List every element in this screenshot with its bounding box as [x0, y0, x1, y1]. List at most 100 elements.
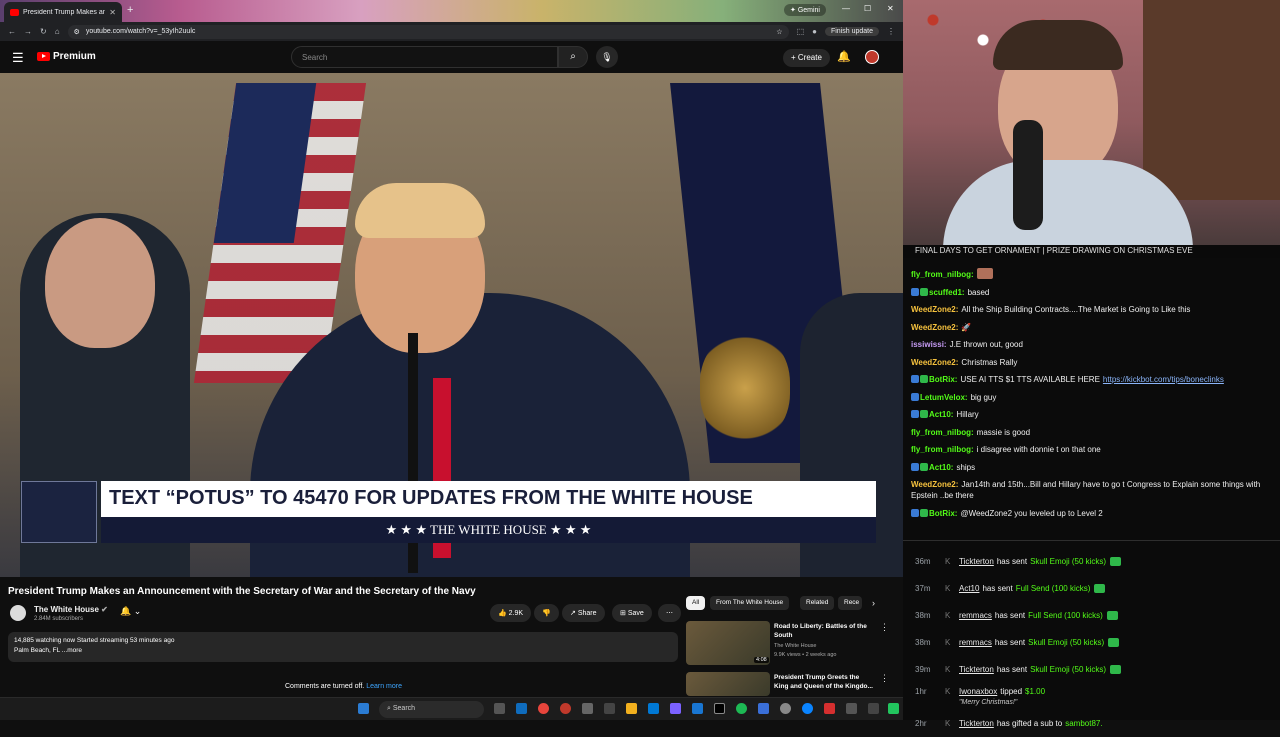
rec-menu-icon-2[interactable]: ⋮ [880, 673, 889, 684]
chat-username[interactable]: Act10: [929, 410, 953, 419]
maximize-icon[interactable]: ☐ [864, 4, 871, 13]
taskbar-search[interactable]: ⌕ Search [379, 701, 484, 718]
share-button[interactable]: ↗ Share [562, 604, 605, 622]
app-icon-green[interactable] [888, 703, 899, 714]
minimize-icon[interactable]: — [842, 4, 850, 13]
chat-username[interactable]: BotRix: [929, 375, 957, 384]
rec-title-2[interactable]: President Trump Greets the King and Quee… [774, 673, 874, 691]
create-button[interactable]: + Create [783, 49, 830, 67]
app-icon-gray-3[interactable] [846, 703, 857, 714]
app-icon-blue-4[interactable] [802, 703, 813, 714]
app-icon-black[interactable] [714, 703, 725, 714]
reload-icon[interactable]: ↻ [40, 27, 47, 36]
rec-thumbnail-2[interactable] [686, 672, 770, 696]
app-icon-red-2[interactable] [824, 703, 835, 714]
event-user[interactable]: Iwonaxbox [959, 687, 997, 696]
app-icon-blue-2[interactable] [692, 703, 703, 714]
url-field[interactable]: ⚙ youtube.com/watch?v=_53yIh2uulc ☆ [67, 24, 789, 39]
notifications-bell-icon[interactable]: 🔔 [837, 50, 851, 63]
chat-username[interactable]: fly_from_nilbog: [911, 270, 974, 279]
chat-username[interactable]: BotRix: [929, 509, 957, 518]
event-row: 36m K Tickterton has sent Skull Emoji (50 ki… [903, 548, 1280, 575]
rec-title-1[interactable]: Road to Liberty: Battles of the South [774, 622, 874, 640]
home-icon[interactable]: ⌂ [55, 27, 60, 36]
chat-username[interactable]: fly_from_nilbog: [911, 445, 974, 454]
task-view-icon[interactable] [494, 703, 505, 714]
site-info-icon[interactable]: ⚙ [74, 28, 80, 36]
chat-username[interactable]: WeedZone2: [911, 358, 958, 367]
subscription-bell-button[interactable]: 🔔 ⌄ [120, 606, 141, 617]
chip-recent[interactable]: Rece [838, 596, 862, 610]
hamburger-menu-icon[interactable]: ☰ [12, 50, 24, 66]
event-user[interactable]: Tickterton [959, 665, 994, 674]
chat-username[interactable]: LetumVelox: [920, 393, 968, 402]
chat-username[interactable]: WeedZone2: [911, 323, 958, 332]
menu-dots-icon[interactable]: ⋮ [887, 27, 895, 36]
close-window-icon[interactable]: ✕ [887, 4, 894, 13]
chip-all[interactable]: All [686, 596, 706, 610]
more-actions-button[interactable]: ⋯ [658, 604, 681, 622]
chat-link[interactable]: https://kickbot.com/tips/boneclinks [1103, 375, 1224, 384]
app-icon-purple[interactable] [670, 703, 681, 714]
chat-username[interactable]: WeedZone2: [911, 305, 958, 314]
back-icon[interactable]: ← [8, 27, 16, 36]
chip-from-channel[interactable]: From The White House [710, 596, 790, 610]
channel-avatar[interactable] [10, 605, 26, 621]
comments-off-text: Comments are turned off. [285, 683, 365, 690]
learn-more-link[interactable]: Learn more [366, 683, 402, 690]
close-tab-icon[interactable]: ✕ [109, 8, 116, 17]
chips-next-icon[interactable]: › [872, 598, 875, 608]
event-row: 1hr K Iwonaxbox tipped $1.00 "Merry Christmas… [903, 683, 1280, 710]
file-explorer-icon[interactable] [626, 703, 637, 714]
search-input[interactable]: Search [291, 46, 558, 68]
channel-name[interactable]: The White House ✔ [34, 605, 108, 614]
extensions-icon[interactable]: ⬚ [797, 27, 805, 36]
dislike-button[interactable]: 👎 [534, 604, 559, 622]
event-verb: tipped [1000, 687, 1023, 697]
chat-username[interactable]: WeedZone2: [911, 480, 958, 489]
chat-username[interactable]: scuffed1: [929, 288, 965, 297]
event-user[interactable]: remmacs [959, 638, 992, 647]
voice-search-button[interactable]: 🎙 [596, 46, 618, 68]
chip-related[interactable]: Related [800, 596, 835, 610]
event-user[interactable]: Tickterton [959, 557, 994, 566]
youtube-premium-logo[interactable]: Premium [37, 51, 96, 62]
forward-icon[interactable]: → [24, 27, 32, 36]
edge-icon[interactable] [516, 703, 527, 714]
account-avatar[interactable] [865, 50, 879, 64]
chat-text: 🚀 [961, 322, 972, 332]
description-box[interactable]: 14,885 watching now Started streaming 53… [8, 632, 678, 662]
gemini-button[interactable]: ✦ Gemini [784, 4, 826, 16]
bookmark-star-icon[interactable]: ☆ [776, 28, 782, 36]
save-button[interactable]: ⊞ Save [612, 604, 652, 622]
rec-menu-icon[interactable]: ⋮ [880, 622, 889, 633]
chat-username[interactable]: issiwissi: [911, 340, 947, 349]
app-icon-blue[interactable] [648, 703, 659, 714]
event-user[interactable]: Act10 [959, 584, 979, 593]
start-icon[interactable] [358, 703, 369, 714]
event-time: 39m [915, 665, 931, 674]
profile-icon[interactable]: ● [812, 27, 817, 36]
app-icon-dark-2[interactable] [868, 703, 879, 714]
new-tab-icon[interactable]: + [127, 4, 133, 16]
search-button[interactable]: ⌕ [558, 46, 588, 68]
chat-username[interactable]: fly_from_nilbog: [911, 428, 974, 437]
chat-username[interactable]: Act10: [929, 463, 953, 472]
finish-update-button[interactable]: Finish update [824, 27, 879, 36]
app-icon-red[interactable] [560, 703, 571, 714]
spotify-icon[interactable] [736, 703, 747, 714]
app-icon-dark[interactable] [604, 703, 615, 714]
browser-tab[interactable]: President Trump Makes an ✕ [4, 2, 122, 22]
chrome-icon[interactable] [538, 703, 549, 714]
event-user[interactable]: Tickterton [959, 719, 994, 728]
like-button[interactable]: 👍 2.9K [490, 604, 532, 622]
chat-badge-icon [920, 410, 928, 418]
app-icon-blue-3[interactable] [758, 703, 769, 714]
event-user[interactable]: remmacs [959, 611, 992, 620]
event-time: 37m [915, 584, 931, 593]
browser-tab-strip: President Trump Makes an ✕ + ✦ Gemini — … [0, 0, 903, 22]
app-icon-gray-2[interactable] [780, 703, 791, 714]
app-icon-gray[interactable] [582, 703, 593, 714]
gemini-label: Gemini [797, 7, 820, 14]
white-house-seal-image [21, 481, 97, 543]
